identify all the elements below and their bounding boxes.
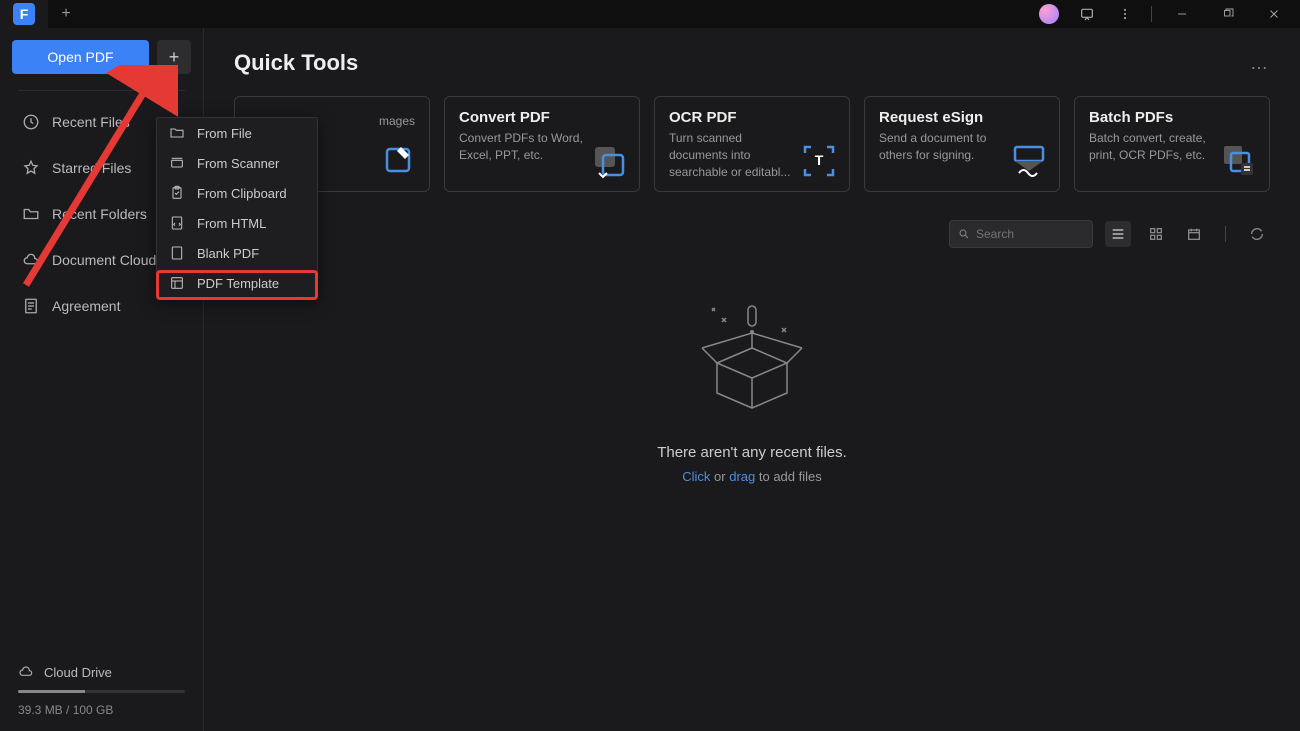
esign-icon <box>1011 143 1047 179</box>
batch-pdf-icon <box>1221 143 1257 179</box>
tool-card-ocr[interactable]: OCR PDF Turn scanned documents into sear… <box>654 96 850 192</box>
dropdown-item-from-scanner[interactable]: From Scanner <box>157 148 317 178</box>
app-icon[interactable]: F <box>0 0 48 28</box>
cloud-usage-bar <box>18 690 185 693</box>
click-link[interactable]: Click <box>682 469 710 484</box>
tool-card-batch[interactable]: Batch PDFs Batch convert, create, print,… <box>1074 96 1270 192</box>
divider <box>1225 226 1226 242</box>
star-icon <box>22 159 40 177</box>
convert-pdf-icon <box>591 143 627 179</box>
blank-page-icon <box>169 245 185 261</box>
svg-text:T: T <box>815 152 824 168</box>
html-icon <box>169 215 185 231</box>
dropdown-label: PDF Template <box>197 276 279 291</box>
tool-desc: Send a document to others for signing. <box>879 130 1009 164</box>
create-pdf-icon <box>381 143 417 179</box>
tool-desc: Convert PDFs to Word, Excel, PPT, etc. <box>459 130 589 164</box>
nav-label: Document Cloud <box>52 252 156 268</box>
dropdown-item-blank-pdf[interactable]: Blank PDF <box>157 238 317 268</box>
folder-icon <box>22 205 40 223</box>
kebab-menu-icon[interactable] <box>1107 0 1143 28</box>
dropdown-label: From Clipboard <box>197 186 287 201</box>
close-button[interactable] <box>1252 0 1296 28</box>
refresh-button[interactable] <box>1244 221 1270 247</box>
tool-title: Batch PDFs <box>1089 109 1255 126</box>
avatar[interactable] <box>1039 4 1059 24</box>
dropdown-label: From HTML <box>197 216 266 231</box>
cloud-drive-link[interactable]: Cloud Drive <box>18 664 185 680</box>
app-logo: F <box>13 3 35 25</box>
clipboard-icon <box>169 185 185 201</box>
tool-desc: Turn scanned documents into searchable o… <box>669 130 799 180</box>
cloud-usage-fill <box>18 690 85 693</box>
recent-header: s <box>234 220 1270 248</box>
minimize-button[interactable] <box>1160 0 1204 28</box>
search-box[interactable] <box>949 220 1093 248</box>
tool-title: OCR PDF <box>669 109 835 126</box>
cloud-usage-text: 39.3 MB / 100 GB <box>18 703 185 717</box>
more-tools-button[interactable]: … <box>1250 53 1270 74</box>
sidebar-top: Open PDF + <box>0 40 203 90</box>
empty-state: There aren't any recent files. Click or … <box>234 298 1270 484</box>
titlebar-right <box>1031 0 1300 28</box>
tool-card-convert[interactable]: Convert PDF Convert PDFs to Word, Excel,… <box>444 96 640 192</box>
search-icon <box>958 227 970 241</box>
dropdown-item-from-html[interactable]: From HTML <box>157 208 317 238</box>
template-icon <box>169 275 185 291</box>
tool-row: mages Convert PDF Convert PDFs to Word, … <box>234 96 1270 192</box>
dropdown-label: Blank PDF <box>197 246 259 261</box>
view-calendar-button[interactable] <box>1181 221 1207 247</box>
main: Quick Tools … mages Convert PDF Convert … <box>204 28 1300 731</box>
dropdown-item-pdf-template[interactable]: PDF Template <box>157 268 317 298</box>
maximize-button[interactable] <box>1206 0 1250 28</box>
document-icon <box>22 297 40 315</box>
view-grid-button[interactable] <box>1143 221 1169 247</box>
empty-box-icon <box>682 298 822 428</box>
empty-or: or <box>710 469 729 484</box>
dropdown-label: From Scanner <box>197 156 279 171</box>
quick-tools-title: Quick Tools <box>234 50 358 76</box>
nav-label: Agreement <box>52 298 120 314</box>
tool-title: Convert PDF <box>459 109 625 126</box>
tool-desc: Batch convert, create, print, OCR PDFs, … <box>1089 130 1219 164</box>
dropdown-item-from-file[interactable]: From File <box>157 118 317 148</box>
cloud-icon <box>18 664 34 680</box>
clock-icon <box>22 113 40 131</box>
tool-title: Request eSign <box>879 109 1045 126</box>
empty-hint: Click or drag to add files <box>682 469 822 484</box>
divider <box>18 90 185 91</box>
sidebar-bottom: Cloud Drive 39.3 MB / 100 GB <box>0 664 203 723</box>
ocr-pdf-icon: T <box>801 143 837 179</box>
scanner-icon <box>169 155 185 171</box>
dropdown-item-from-clipboard[interactable]: From Clipboard <box>157 178 317 208</box>
create-pdf-button[interactable]: + <box>157 40 191 74</box>
tool-card-esign[interactable]: Request eSign Send a document to others … <box>864 96 1060 192</box>
open-pdf-button[interactable]: Open PDF <box>12 40 149 74</box>
titlebar: F + <box>0 0 1300 28</box>
nav-label: Starred Files <box>52 160 131 176</box>
divider <box>1151 6 1152 22</box>
empty-tail: to add files <box>755 469 822 484</box>
cloud-drive-label: Cloud Drive <box>44 665 112 680</box>
recent-controls <box>949 220 1270 248</box>
folder-icon <box>169 125 185 141</box>
search-input[interactable] <box>976 227 1084 241</box>
titlebar-left: F + <box>0 0 84 28</box>
view-list-button[interactable] <box>1105 221 1131 247</box>
cloud-icon <box>22 251 40 269</box>
chat-icon[interactable] <box>1069 0 1105 28</box>
nav-label: Recent Files <box>52 114 130 130</box>
quick-tools-header: Quick Tools … <box>234 50 1270 76</box>
nav-label: Recent Folders <box>52 206 147 222</box>
new-tab-button[interactable]: + <box>48 0 84 28</box>
drag-link[interactable]: drag <box>729 469 755 484</box>
empty-text: There aren't any recent files. <box>657 444 847 461</box>
create-pdf-dropdown: From File From Scanner From Clipboard Fr… <box>156 117 318 299</box>
dropdown-label: From File <box>197 126 252 141</box>
